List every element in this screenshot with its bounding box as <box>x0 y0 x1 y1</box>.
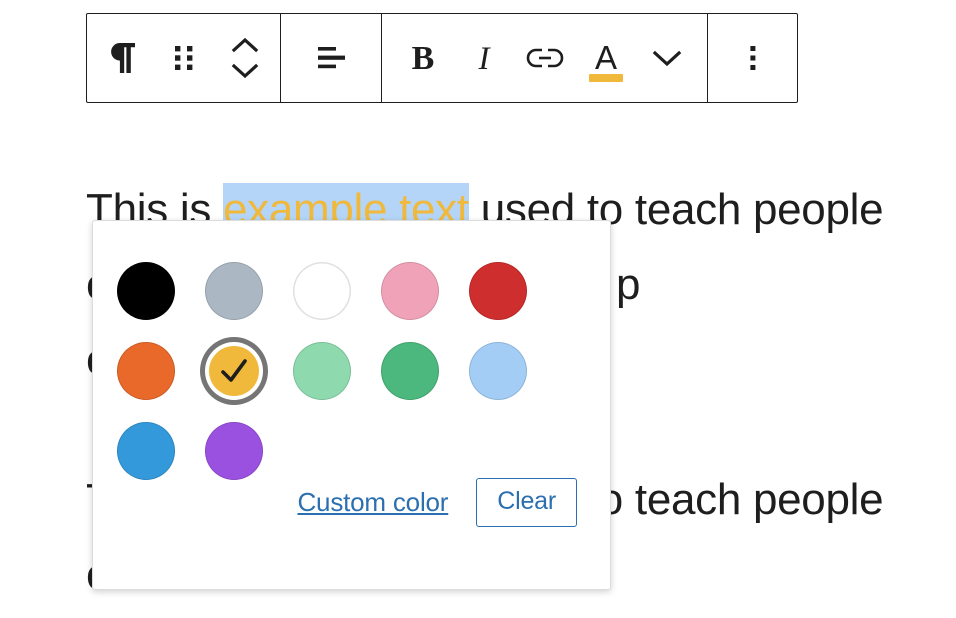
swatch-dot <box>469 262 527 320</box>
toolbar-group-align <box>281 14 382 102</box>
paragraph-icon <box>106 40 140 76</box>
clear-color-button[interactable]: Clear <box>476 478 577 527</box>
color-picker-popover: Custom color Clear <box>92 220 611 590</box>
toolbar-group-block <box>87 14 281 102</box>
align-icon <box>314 43 348 73</box>
swatch-dot <box>205 262 263 320</box>
swatch-dot <box>117 342 175 400</box>
color-swatch-white[interactable] <box>293 251 381 331</box>
svg-text:B: B <box>411 40 434 77</box>
check-icon <box>209 346 259 396</box>
more-rich-text-button[interactable] <box>636 14 697 102</box>
color-swatch-vivid-green-cyan[interactable] <box>381 331 469 411</box>
options-button[interactable] <box>722 14 783 102</box>
color-swatch-light-green-cyan[interactable] <box>293 331 381 411</box>
color-swatch-black[interactable] <box>117 251 205 331</box>
color-swatch-vivid-red[interactable] <box>469 251 557 331</box>
block-toolbar: B I A <box>86 13 798 103</box>
swatch-dot <box>293 342 351 400</box>
swatch-dot <box>469 342 527 400</box>
chevron-down-icon <box>650 47 684 69</box>
swatch-dot <box>293 262 351 320</box>
color-swatch-vivid-purple[interactable] <box>205 411 293 491</box>
link-icon <box>525 45 565 71</box>
swatch-dot <box>381 342 439 400</box>
bold-button[interactable]: B <box>392 14 453 102</box>
svg-text:I: I <box>477 41 491 77</box>
chevron-updown-icon <box>228 36 262 80</box>
swatch-dot <box>117 262 175 320</box>
move-updown-button[interactable] <box>214 14 275 102</box>
text-color-a-icon: A <box>590 39 622 77</box>
paragraph-4-text-tail: to teach people <box>586 475 884 524</box>
drag-handle-button[interactable] <box>153 14 214 102</box>
toolbar-group-format: B I A <box>382 14 708 102</box>
drag-dots-icon <box>171 41 197 75</box>
align-text-button[interactable] <box>297 14 365 102</box>
bold-icon: B <box>408 39 438 77</box>
swatch-dot <box>117 422 175 480</box>
text-color-button[interactable]: A <box>575 14 636 102</box>
link-button[interactable] <box>514 14 575 102</box>
italic-icon: I <box>471 39 497 77</box>
color-swatch-vivid-cyan-blue[interactable] <box>117 411 205 491</box>
color-picker-footer: Custom color Clear <box>297 478 577 527</box>
kebab-menu-icon <box>747 41 759 75</box>
color-swatch-luminous-vivid-orange[interactable] <box>117 331 205 411</box>
italic-button[interactable]: I <box>453 14 514 102</box>
swatch-dot <box>381 262 439 320</box>
color-swatch-pale-pink[interactable] <box>381 251 469 331</box>
color-swatch-luminous-vivid-amber[interactable] <box>205 331 293 411</box>
toolbar-group-options <box>708 14 797 102</box>
custom-color-link[interactable]: Custom color <box>297 487 448 518</box>
paragraph-block-type-button[interactable] <box>92 14 153 102</box>
color-swatch-cyan-bluish-gray[interactable] <box>205 251 293 331</box>
color-swatch-pale-cyan-blue[interactable] <box>469 331 557 411</box>
text-color-indicator <box>588 74 623 82</box>
swatch-dot-selected <box>209 346 259 396</box>
swatch-dot <box>205 422 263 480</box>
color-swatch-grid <box>117 251 557 491</box>
svg-text:A: A <box>594 39 616 76</box>
